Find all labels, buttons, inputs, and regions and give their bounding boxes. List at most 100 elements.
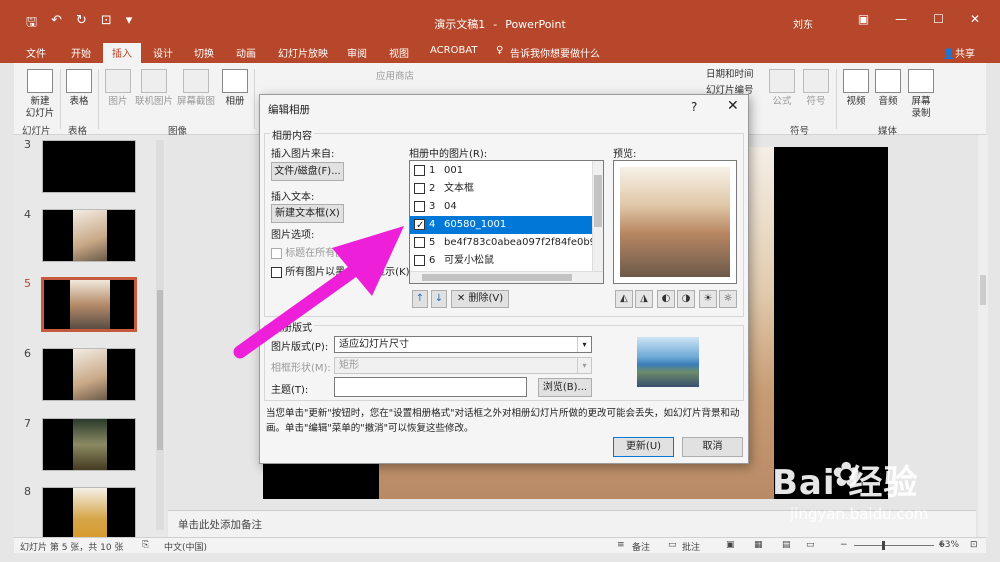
- tab-file[interactable]: 文件: [26, 45, 46, 60]
- picture-button[interactable]: 图片: [104, 69, 132, 108]
- zoom-percent[interactable]: 63%: [939, 540, 959, 550]
- share-button[interactable]: 👤共享: [943, 45, 975, 60]
- tab-transitions[interactable]: 切换: [194, 45, 214, 60]
- formula-button[interactable]: 公式: [768, 69, 796, 108]
- black-white-option[interactable]: 所有图片以黑白方式显示(K): [271, 263, 410, 278]
- app-store-button[interactable]: 应用商店: [376, 71, 436, 83]
- picture-checkbox[interactable]: [414, 183, 425, 194]
- share-label: 共享: [955, 49, 975, 60]
- picture-checkbox[interactable]: [414, 255, 425, 266]
- increase-brightness-icon[interactable]: ☀: [699, 290, 717, 308]
- list-item[interactable]: 6 可爱小松鼠: [410, 252, 593, 270]
- zoom-slider-knob[interactable]: [882, 541, 885, 550]
- layout-preview-image: [637, 337, 699, 387]
- zoom-slider[interactable]: [854, 545, 934, 546]
- scrollbar-thumb[interactable]: [980, 275, 986, 305]
- tab-animations[interactable]: 动画: [236, 45, 256, 60]
- decrease-contrast-icon[interactable]: ◑: [677, 290, 695, 308]
- cancel-button[interactable]: 取消: [682, 437, 743, 457]
- help-button[interactable]: ?: [691, 100, 697, 114]
- scrollbar-thumb[interactable]: [594, 175, 602, 227]
- file-disk-button[interactable]: 文件/磁盘(F)...: [271, 162, 344, 181]
- caption-below-option[interactable]: 标题在所有图片下面(A): [271, 244, 390, 259]
- black-white-checkbox[interactable]: [271, 266, 282, 278]
- caption-below-checkbox[interactable]: [271, 247, 282, 259]
- tab-review[interactable]: 审阅: [347, 45, 367, 60]
- list-item[interactable]: 5 be4f783c0abea097f2f84fe0b9c23: [410, 234, 593, 252]
- date-time-button[interactable]: 日期和时间: [706, 69, 766, 81]
- spellcheck-icon[interactable]: ⎘: [142, 540, 149, 550]
- symbol-button[interactable]: 符号: [802, 69, 830, 108]
- picture-layout-select[interactable]: 适应幻灯片尺寸 ▾: [334, 336, 592, 353]
- increase-contrast-icon[interactable]: ◐: [657, 290, 675, 308]
- new-textbox-button[interactable]: 新建文本框(X): [271, 204, 344, 223]
- slide-sorter-icon[interactable]: ▦: [754, 540, 763, 550]
- dialog-close-button[interactable]: ✕: [727, 98, 739, 114]
- language-indicator[interactable]: 中文(中国): [164, 540, 207, 553]
- update-button[interactable]: 更新(U): [613, 437, 674, 457]
- ribbon-divider: [254, 69, 255, 129]
- reading-view-icon[interactable]: ▤: [782, 540, 791, 550]
- album-pictures-list[interactable]: 1 001 2 文本框 3 04 4 60580_1001 5 be4f783c0abea…: [409, 160, 604, 284]
- delete-picture-button[interactable]: ✕ 删除(V): [451, 290, 509, 308]
- audio-button[interactable]: 音频: [874, 69, 902, 108]
- slide-thumbnail[interactable]: [42, 140, 136, 193]
- notes-button[interactable]: 备注: [632, 540, 650, 553]
- album-label: 相册: [225, 96, 245, 107]
- scrollbar-thumb[interactable]: [422, 274, 572, 281]
- tab-slideshow[interactable]: 幻灯片放映: [278, 45, 328, 60]
- canvas-scrollbar[interactable]: [978, 135, 988, 537]
- slide-thumbnail[interactable]: [42, 487, 136, 540]
- screen-record-icon: [908, 69, 934, 93]
- album-button[interactable]: 相册: [218, 69, 252, 108]
- maximize-button[interactable]: ☐: [933, 12, 944, 26]
- thumbnail-scrollbar[interactable]: [156, 140, 164, 530]
- frame-shape-select[interactable]: 矩形 ▾: [334, 357, 592, 374]
- list-horizontal-scrollbar[interactable]: [410, 271, 603, 283]
- slide-thumbnail[interactable]: [42, 418, 136, 471]
- list-item[interactable]: 1 001: [410, 162, 593, 180]
- list-item[interactable]: 3 04: [410, 198, 593, 216]
- arrow-down-icon: ↓: [434, 293, 444, 304]
- picture-name: 文本框: [444, 183, 474, 194]
- new-slide-button[interactable]: 新建 幻灯片: [20, 69, 60, 120]
- table-button[interactable]: 表格: [64, 69, 94, 108]
- comments-button[interactable]: 批注: [682, 540, 700, 553]
- tab-acrobat[interactable]: ACROBAT: [430, 45, 478, 56]
- minimize-button[interactable]: —: [895, 12, 907, 26]
- picture-checkbox[interactable]: [414, 165, 425, 176]
- ribbon-display-icon[interactable]: ▣: [858, 12, 869, 26]
- tab-home[interactable]: 开始: [71, 45, 91, 60]
- rotate-left-icon[interactable]: ◭: [615, 290, 633, 308]
- slideshow-icon[interactable]: ▭: [806, 540, 815, 550]
- tab-view[interactable]: 视图: [389, 45, 409, 60]
- zoom-out-icon[interactable]: −: [840, 540, 848, 550]
- move-down-button[interactable]: ↓: [431, 290, 447, 308]
- picture-checkbox[interactable]: [414, 217, 425, 235]
- decrease-brightness-icon[interactable]: ☼: [719, 290, 737, 308]
- user-name[interactable]: 刘东: [793, 16, 813, 31]
- video-button[interactable]: 视频: [842, 69, 870, 108]
- fit-slide-icon[interactable]: ⊡: [970, 540, 978, 550]
- tab-insert[interactable]: 插入: [103, 43, 141, 64]
- list-vertical-scrollbar[interactable]: [592, 161, 603, 271]
- screenshot-button[interactable]: 屏幕截图: [176, 69, 216, 108]
- list-item[interactable]: 2 文本框: [410, 180, 593, 198]
- move-up-button[interactable]: ↑: [412, 290, 428, 308]
- tab-design[interactable]: 设计: [153, 45, 173, 60]
- picture-checkbox[interactable]: [414, 237, 425, 248]
- browse-button[interactable]: 浏览(B)...: [538, 378, 592, 397]
- rotate-right-icon[interactable]: ◮: [635, 290, 653, 308]
- tell-me-search[interactable]: 告诉我你想要做什么: [510, 45, 600, 60]
- list-item-selected[interactable]: 4 60580_1001: [410, 216, 593, 235]
- slide-thumbnail[interactable]: [42, 348, 136, 401]
- slide-thumbnail[interactable]: [42, 209, 136, 262]
- normal-view-icon[interactable]: ▣: [726, 540, 735, 550]
- screen-record-button[interactable]: 屏幕 录制: [906, 69, 936, 120]
- close-button[interactable]: ✕: [970, 12, 980, 26]
- slide-thumbnail-selected[interactable]: [41, 277, 137, 332]
- scrollbar-thumb[interactable]: [157, 290, 163, 450]
- online-picture-button[interactable]: 联机图片: [134, 69, 174, 108]
- theme-input[interactable]: [334, 377, 527, 397]
- picture-checkbox[interactable]: [414, 201, 425, 212]
